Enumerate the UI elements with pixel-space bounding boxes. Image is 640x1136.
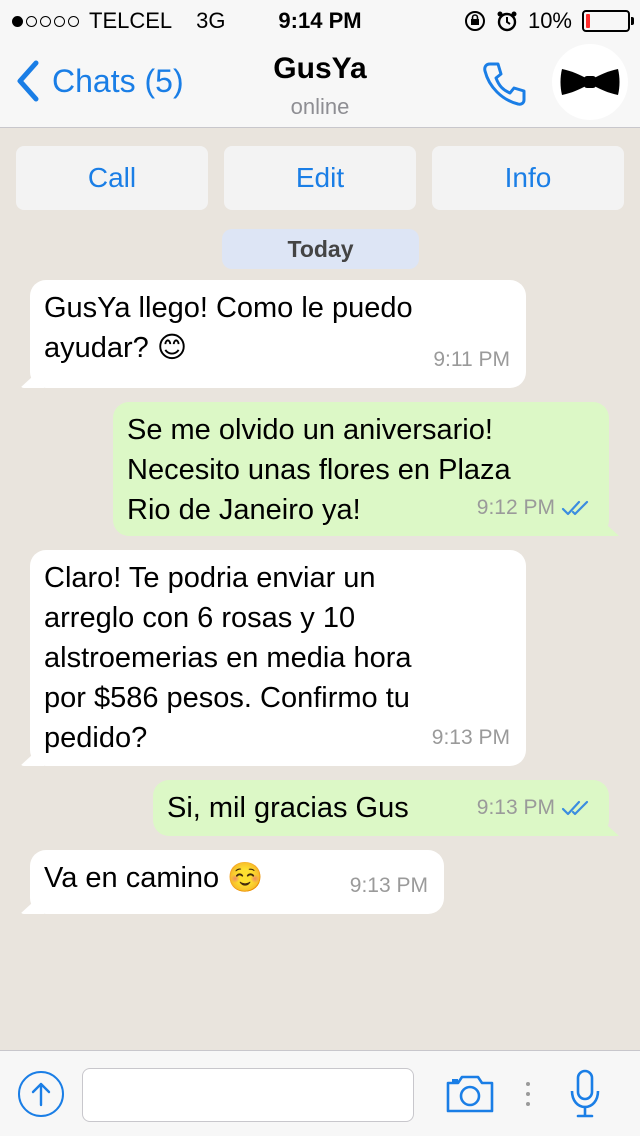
share-up-icon: [31, 1082, 51, 1107]
contact-actions: Call Edit Info: [0, 146, 640, 210]
chat-header: Chats (5) GusYa online: [0, 40, 640, 128]
alarm-icon: [497, 11, 517, 32]
message-meta: 9:12 PM: [477, 488, 593, 528]
call-button[interactable]: Call: [16, 146, 208, 210]
contact-status: online: [290, 94, 350, 119]
message-meta: 9:13 PM: [432, 718, 510, 758]
message-incoming[interactable]: Claro! Te podria enviar un arreglo con 6…: [30, 550, 526, 766]
read-receipt-icon: [561, 800, 589, 816]
composer-bar: [0, 1050, 640, 1136]
message-time: 9:11 PM: [433, 348, 510, 371]
message-incoming[interactable]: Va en camino ☺️ 9:13 PM: [30, 850, 444, 914]
info-button[interactable]: Info: [432, 146, 624, 210]
message-meta: 9:13 PM: [350, 866, 428, 906]
battery-fill: [586, 14, 590, 28]
date-separator: Today: [222, 229, 419, 269]
message-meta: 9:11 PM: [433, 340, 510, 380]
message-time: 9:13 PM: [431, 726, 510, 749]
message-outgoing[interactable]: Se me olvido un aniversario! Necesito un…: [113, 402, 609, 536]
message-input[interactable]: [82, 1068, 414, 1122]
read-receipt-icon: [561, 500, 589, 516]
message-meta: 9:13 PM: [477, 788, 593, 828]
message-outgoing[interactable]: Si, mil gracias Gus 9:13 PM: [153, 780, 609, 836]
separator-dots-icon: [526, 1082, 530, 1106]
edit-button[interactable]: Edit: [224, 146, 416, 210]
contact-name[interactable]: GusYa: [0, 52, 640, 86]
message-time: 9:13 PM: [349, 874, 428, 897]
camera-icon[interactable]: [444, 1073, 496, 1115]
message-time: 9:12 PM: [476, 496, 555, 519]
microphone-icon[interactable]: [568, 1069, 602, 1119]
status-bar: TELCEL 3G 9:14 PM 10%: [0, 0, 640, 40]
battery-percent: 10%: [527, 8, 572, 33]
battery-icon: [582, 10, 634, 32]
message-incoming[interactable]: GusYa llego! Como le puedo ayudar? 😊 9:1…: [30, 280, 526, 388]
avatar[interactable]: [552, 44, 628, 120]
orientation-lock-icon: [464, 11, 485, 31]
share-button[interactable]: [18, 1071, 64, 1117]
bow-tie-icon: [560, 69, 620, 95]
phone-icon[interactable]: [478, 58, 530, 110]
status-right: 10%: [464, 8, 634, 34]
message-time: 9:13 PM: [476, 796, 555, 819]
